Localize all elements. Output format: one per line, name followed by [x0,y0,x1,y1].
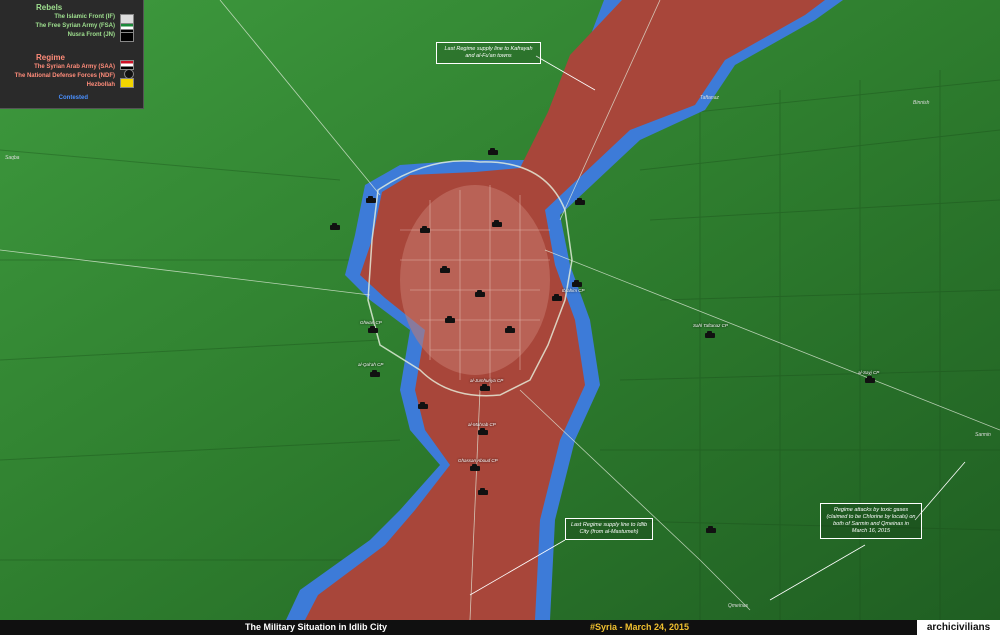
tank-icon [572,280,582,287]
checkpoint-label: al-Qal'ah CP [358,362,384,367]
checkpoint-label: al-Mahrab CP [468,422,496,427]
tank-icon [706,526,716,533]
tank-icon [368,326,378,333]
callout-toxic-gas-attacks: Regime attacks by toxic gases (claimed t… [820,503,922,539]
tank-icon [370,370,380,377]
legend-rebels-item-2: The Free Syrian Army (FSA) [35,23,115,29]
hezbollah-flag-icon [120,78,134,88]
legend-regime-item-2: The National Defense Forces (NDF) [14,73,115,79]
tank-icon [470,464,480,471]
legend-regime-item-1: The Syrian Arab Army (SAA) [34,64,115,70]
tank-icon [475,290,485,297]
bottom-bar: The Military Situation in Idlib City #Sy… [0,620,1000,635]
tank-icon [440,266,450,273]
map-title: The Military Situation in Idlib City [245,622,388,632]
terrain-map [0,0,1000,635]
tank-icon [480,384,490,391]
callout-south-supply-line: Last Regime supply line to Idlib City (f… [565,518,653,540]
tank-icon [505,326,515,333]
idlib-city-core [400,185,550,375]
legend-rebels-heading: Rebels [36,3,63,12]
tank-icon [705,331,715,338]
tank-icon [865,376,875,383]
legend-regime-item-3: Hezbollah [86,82,115,88]
tank-icon [478,428,488,435]
tank-icon [488,148,498,155]
town-qmeinas: Qmeinas [728,603,749,609]
legend-rebels-item-1: The Islamic Front (IF) [54,14,115,20]
tank-icon [575,198,585,205]
checkpoint-label: al-Jumhuriya CP [470,378,504,383]
callout-north-supply-line: Last Regime supply line to Kafrayah and … [436,42,541,64]
watermark: archicivilians [917,620,1000,635]
town-binnish: Binnish [913,100,930,106]
map-legend: Rebels The Islamic Front (IF) The Free S… [0,0,144,109]
tank-icon [330,223,340,230]
tank-icon [418,402,428,409]
map-date: #Syria - March 24, 2015 [590,622,690,632]
town-sarmin: Sarmin [975,432,991,438]
tank-icon [420,226,430,233]
tank-icon [445,316,455,323]
town-taftanaz: Taftanaz [700,95,719,101]
checkpoint-label: Ibrahim CP [562,288,585,293]
town-saqba: Saqba [5,155,20,161]
checkpoint-label: Sahl Taftanaz CP [693,323,728,328]
map-canvas[interactable]: Rebels The Islamic Front (IF) The Free S… [0,0,1000,635]
tank-icon [552,294,562,301]
checkpoint-label: Ghwan CP [360,320,382,325]
checkpoint-label: Ghassan Aboud CP [458,458,498,463]
tank-icon [492,220,502,227]
legend-regime-heading: Regime [36,53,65,62]
checkpoint-label: al-Sayj CP [858,370,880,375]
legend-rebels-item-3: Nusra Front (JN) [67,32,115,38]
tank-icon [478,488,488,495]
tank-icon [366,196,376,203]
nusra-flag-icon [120,32,134,42]
legend-contested: Contested [58,95,88,101]
